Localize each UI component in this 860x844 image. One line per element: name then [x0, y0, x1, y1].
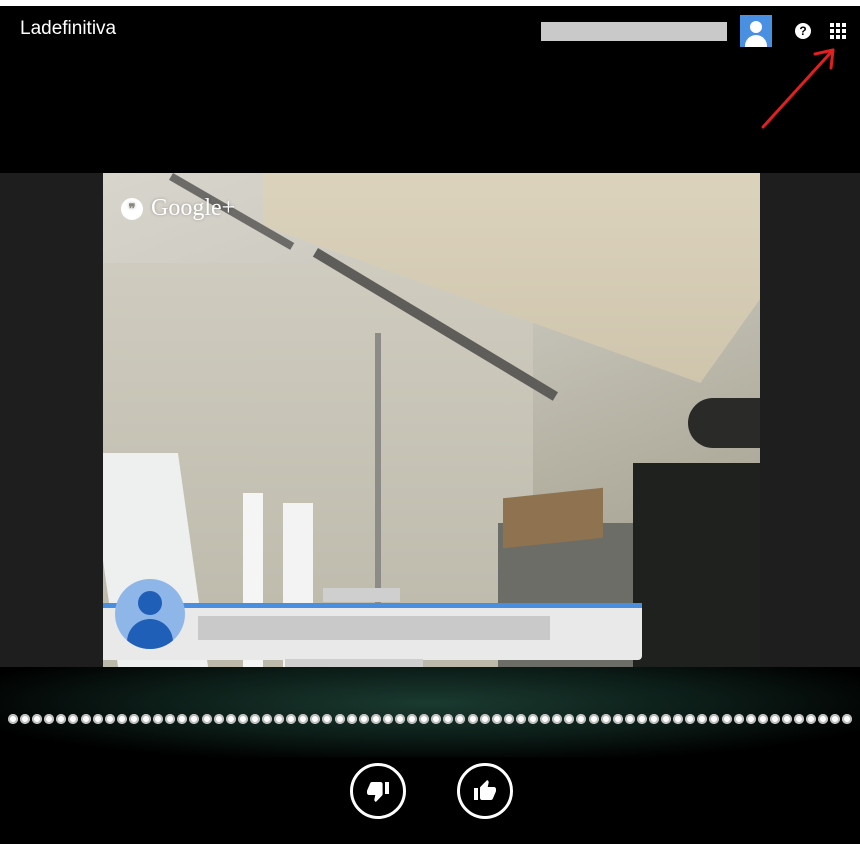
divider-dot [842, 714, 853, 724]
divider-dot [830, 714, 841, 724]
cardboard-box [503, 487, 603, 549]
red-arrow-annotation [761, 48, 835, 129]
divider-dot [298, 714, 309, 724]
divider-dot [503, 714, 514, 724]
help-icon[interactable]: ? [795, 23, 811, 39]
divider-dot [92, 714, 103, 724]
avatar-body [127, 619, 173, 649]
divider-dot [128, 714, 139, 724]
divider-dot [249, 714, 260, 724]
divider-dot [733, 714, 744, 724]
top-bar [0, 0, 860, 173]
divider-dot [576, 714, 587, 724]
divider-dot [322, 714, 333, 724]
divider-dot [153, 714, 164, 724]
divider-dot [68, 714, 79, 724]
divider-dot [189, 714, 200, 724]
divider-dot [552, 714, 563, 724]
divider-dot [757, 714, 768, 724]
divider-dot [225, 714, 236, 724]
divider-dot [310, 714, 321, 724]
divider-dot [116, 714, 127, 724]
divider-dot [721, 714, 732, 724]
divider-dot [782, 714, 792, 724]
divider-dot [431, 714, 442, 724]
avatar-head [138, 591, 162, 615]
divider-dot [237, 714, 248, 724]
divider-dot [177, 714, 188, 724]
divider-dot [32, 714, 43, 724]
apps-grid-icon[interactable] [830, 23, 846, 39]
divider-dot [769, 714, 780, 724]
divider-dot [455, 714, 466, 724]
divider-dot [370, 714, 381, 724]
thumbs-down-icon [367, 782, 389, 802]
divider-dot [818, 714, 829, 724]
redacted-label [285, 659, 423, 667]
divider-dot [443, 714, 454, 724]
divider-dot [467, 714, 478, 724]
avatar-head [750, 21, 762, 33]
divider-dot [8, 714, 18, 724]
hangouts-quote-icon: ❞ [121, 197, 143, 220]
divider-dot [491, 714, 502, 724]
app-title: Ladefinitiva [20, 18, 117, 39]
thumbs-up-button[interactable] [457, 763, 513, 819]
divider-dot [261, 714, 272, 724]
divider-dot [685, 714, 696, 724]
participant-name-redacted [198, 616, 550, 640]
divider-dot [286, 714, 297, 724]
divider-dot [407, 714, 418, 724]
divider-dot [661, 714, 672, 724]
dotted-divider [8, 714, 860, 728]
divider-dot [80, 714, 91, 724]
video-stage: ❞ Google+ [0, 173, 860, 667]
divider-dot [540, 714, 551, 724]
divider-dot [600, 714, 611, 724]
cabinet-door [633, 463, 760, 667]
divider-dot [358, 714, 369, 724]
thumbs-down-button[interactable] [350, 763, 406, 819]
divider-dot [44, 714, 55, 724]
divider-dot [588, 714, 599, 724]
google-plus-watermark: ❞ Google+ [121, 195, 235, 222]
video-feed: ❞ Google+ [103, 173, 760, 667]
divider-dot [165, 714, 176, 724]
divider-dot [624, 714, 635, 724]
divider-dot [479, 714, 490, 724]
pole [375, 333, 381, 613]
rolled-object [688, 398, 760, 448]
divider-dot [213, 714, 224, 724]
divider-dot [201, 714, 212, 724]
bottom-glow [0, 667, 860, 757]
divider-dot [395, 714, 405, 724]
divider-dot [419, 714, 430, 724]
divider-dot [56, 714, 67, 724]
divider-dot [806, 714, 817, 724]
divider-dot [564, 714, 575, 724]
divider-dot [709, 714, 720, 724]
divider-dot [515, 714, 526, 724]
watermark-text: Google+ [151, 195, 236, 221]
divider-dot [745, 714, 756, 724]
divider-dot [673, 714, 684, 724]
divider-dot [334, 714, 345, 724]
divider-dot [612, 714, 623, 724]
divider-dot [382, 714, 393, 724]
divider-dot [528, 714, 539, 724]
divider-dot [794, 714, 805, 724]
divider-dot [141, 714, 152, 724]
divider-dot [104, 714, 115, 724]
divider-dot [636, 714, 647, 724]
divider-dot [648, 714, 659, 724]
divider-dot [346, 714, 357, 724]
top-cut-strip [0, 0, 860, 6]
thumbs-up-icon [474, 780, 496, 800]
divider-dot [20, 714, 31, 724]
divider-dot [697, 714, 708, 724]
redacted-label [323, 588, 400, 602]
search-bar-redacted[interactable] [541, 22, 727, 41]
participant-avatar [115, 579, 185, 649]
divider-dot [274, 714, 285, 724]
